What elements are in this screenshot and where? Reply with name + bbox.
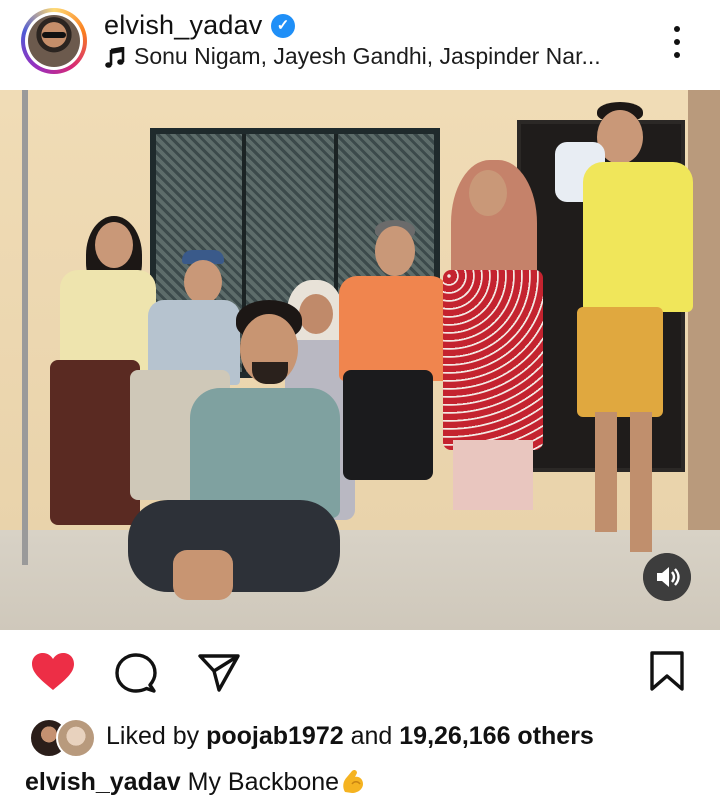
liker-username[interactable]: poojab1972 — [206, 722, 344, 750]
beard — [252, 362, 288, 384]
pants — [453, 440, 533, 510]
liker-avatar[interactable] — [56, 718, 96, 758]
tshirt — [190, 388, 340, 518]
leg — [630, 412, 652, 552]
face — [375, 226, 415, 276]
caption-text: My Backbone — [187, 768, 340, 796]
trousers — [343, 370, 433, 480]
speaker-icon[interactable] — [643, 553, 691, 601]
send-icon[interactable] — [197, 652, 241, 694]
avatar — [28, 15, 80, 67]
avatar-glasses — [42, 32, 66, 38]
dress — [443, 270, 543, 450]
face — [95, 222, 133, 268]
post-caption: elvish_yadav My Backbone — [25, 767, 367, 797]
post-header: elvish_yadav ✓ Sonu Nigam, Jayesh Gandhi… — [0, 0, 720, 88]
face — [184, 260, 222, 304]
person-man-sitting-front — [128, 300, 340, 620]
avatar-border — [25, 12, 83, 70]
audio-track-label[interactable]: Sonu Nigam, Jayesh Gandhi, Jaspinder Nar… — [134, 43, 601, 70]
likes-summary[interactable]: Liked by poojab1972 and 19,26,166 others — [106, 722, 594, 751]
post-photo[interactable] — [0, 90, 720, 630]
flexed-biceps-emoji-icon — [343, 769, 364, 793]
likes-joiner: and — [350, 722, 393, 750]
shorts — [577, 307, 663, 417]
trousers — [128, 500, 340, 592]
face — [469, 170, 507, 216]
caption-author[interactable]: elvish_yadav — [25, 768, 181, 796]
heart-icon[interactable] — [31, 652, 75, 692]
verified-badge-icon: ✓ — [271, 14, 295, 38]
avatar-story-ring[interactable] — [21, 8, 87, 74]
likes-prefix: Liked by — [106, 722, 200, 750]
leg — [595, 412, 617, 532]
more-vertical-icon — [674, 26, 680, 32]
more-options-button[interactable] — [665, 22, 689, 62]
more-vertical-icon-dot — [674, 52, 680, 58]
post-author-username[interactable]: elvish_yadav — [104, 10, 263, 41]
bookmark-icon[interactable] — [648, 650, 686, 692]
shirt — [583, 162, 693, 312]
person-woman-red-dress — [433, 160, 551, 515]
person-man-yellow-shirt — [555, 102, 700, 572]
music-note-icon — [105, 47, 125, 68]
trousers — [50, 360, 140, 525]
photo-pole — [22, 90, 28, 565]
hands — [173, 550, 233, 600]
comment-icon[interactable] — [114, 652, 158, 694]
more-vertical-icon-dot — [674, 39, 680, 45]
likes-count[interactable]: 19,26,166 others — [399, 722, 594, 750]
